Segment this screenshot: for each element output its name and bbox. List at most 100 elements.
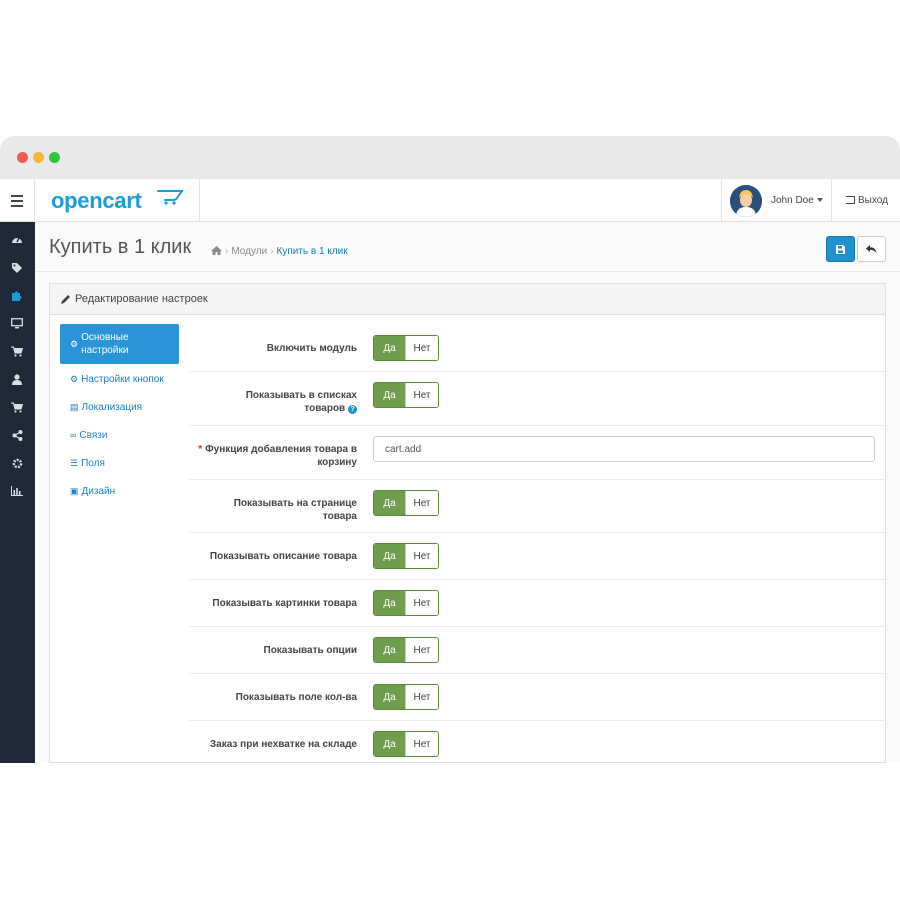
- desktop-icon[interactable]: [9, 315, 25, 331]
- show-options-toggle[interactable]: Да Нет: [373, 637, 439, 663]
- cog-icon: ⚙: [70, 373, 79, 384]
- toggle-yes[interactable]: Да: [374, 638, 405, 662]
- cart-icon[interactable]: [9, 399, 25, 415]
- tags-icon[interactable]: [9, 259, 25, 275]
- home-icon[interactable]: [211, 246, 222, 255]
- user-menu[interactable]: John Doe: [721, 179, 832, 222]
- reply-icon: [866, 244, 877, 253]
- save-button[interactable]: [826, 236, 855, 262]
- field-label: Показывать на странице товара: [233, 498, 357, 522]
- logout-label: Выход: [858, 195, 888, 206]
- settings-panel: Редактирование настроек ⚙ Основные настро…: [49, 283, 886, 763]
- toggle-yes[interactable]: Да: [374, 732, 405, 756]
- form-row: Показывать картинки товара Да Нет: [189, 580, 885, 627]
- breadcrumb: › Модули › Купить в 1 клик: [211, 246, 348, 257]
- link-icon: ∞: [70, 430, 77, 440]
- panel-heading: Редактирование настроек: [50, 284, 885, 315]
- tab-links[interactable]: ∞ Связи: [60, 421, 179, 449]
- tab-basic-settings[interactable]: ⚙ Основные настройки: [60, 324, 179, 364]
- form-row: Заказ при нехватке на складе Да Нет: [189, 721, 885, 763]
- save-icon: [836, 244, 845, 254]
- help-icon[interactable]: ?: [348, 405, 357, 414]
- tab-localization[interactable]: ▤ Локализация: [60, 393, 179, 421]
- page-title: Купить в 1 клик: [49, 236, 192, 258]
- user-icon[interactable]: [9, 371, 25, 387]
- toggle-yes[interactable]: Да: [374, 336, 405, 360]
- show-images-toggle[interactable]: Да Нет: [373, 590, 439, 616]
- breadcrumb-current[interactable]: Купить в 1 клик: [277, 246, 348, 257]
- tab-fields[interactable]: ☰ Поля: [60, 449, 179, 477]
- field-label-text: Функция добавления товара в корзину: [205, 444, 357, 468]
- chevron-down-icon: [817, 198, 823, 202]
- breadcrumb-modules[interactable]: Модули: [231, 246, 267, 257]
- page-header: Купить в 1 клик › Модули › Купить в 1 клик: [35, 222, 900, 272]
- enable-module-toggle[interactable]: Да Нет: [373, 335, 439, 361]
- toggle-no[interactable]: Нет: [405, 544, 438, 568]
- top-header: opencart John Doe Выход: [0, 179, 900, 222]
- tab-label: Настройки кнопок: [81, 373, 164, 385]
- tab-label: Поля: [81, 457, 105, 469]
- bar-chart-icon[interactable]: [9, 483, 25, 499]
- field-label: Показывать в списках товаров ?: [237, 389, 357, 415]
- share-icon[interactable]: [9, 427, 25, 443]
- menu-toggle-icon[interactable]: [0, 179, 35, 222]
- dashboard-icon[interactable]: [9, 231, 25, 247]
- form-row: Показывать поле кол-ва Да Нет: [189, 674, 885, 721]
- field-label: Показывать картинки товара: [212, 598, 357, 609]
- order-when-out-of-stock-toggle[interactable]: Да Нет: [373, 731, 439, 757]
- main-content: Купить в 1 клик › Модули › Купить в 1 клик …: [35, 222, 900, 763]
- toggle-no[interactable]: Нет: [405, 638, 438, 662]
- form-row: Показывать на странице товара Да Нет: [189, 480, 885, 533]
- toggle-yes[interactable]: Да: [374, 591, 405, 615]
- field-label: Показывать опции: [263, 645, 358, 656]
- field-label: Показывать поле кол-ва: [235, 692, 357, 703]
- maximize-window-button[interactable]: [49, 152, 60, 163]
- list-icon: ☰: [70, 457, 79, 468]
- tab-label: Локализация: [81, 401, 143, 413]
- tab-button-settings[interactable]: ⚙ Настройки кнопок: [60, 365, 179, 393]
- logo-text: opencart: [51, 188, 142, 213]
- tab-label: Основные настройки: [81, 332, 129, 356]
- form-row: Включить модуль Да Нет: [189, 315, 885, 372]
- tab-design[interactable]: ▣ Дизайн: [60, 477, 179, 505]
- close-window-button[interactable]: [17, 152, 28, 163]
- puzzle-icon[interactable]: [9, 287, 25, 303]
- toggle-no[interactable]: Нет: [405, 732, 438, 756]
- form-row: Показывать опции Да Нет: [189, 627, 885, 674]
- back-button[interactable]: [857, 236, 886, 262]
- show-quantity-toggle[interactable]: Да Нет: [373, 684, 439, 710]
- form-row: Показывать в списках товаров ? Да Нет: [189, 372, 885, 426]
- show-description-toggle[interactable]: Да Нет: [373, 543, 439, 569]
- settings-tabs: ⚙ Основные настройки ⚙ Настройки кнопок ▤ Л…: [60, 324, 179, 505]
- tab-label: Связи: [79, 429, 108, 441]
- logout-link[interactable]: Выход: [846, 195, 888, 206]
- toggle-no[interactable]: Нет: [405, 383, 438, 407]
- toggle-no[interactable]: Нет: [405, 336, 438, 360]
- field-label: * Функция добавления товара в корзину: [197, 443, 357, 469]
- toggle-no[interactable]: Нет: [405, 685, 438, 709]
- toggle-yes[interactable]: Да: [374, 685, 405, 709]
- cart-icon[interactable]: [9, 343, 25, 359]
- toggle-yes[interactable]: Да: [374, 544, 405, 568]
- cog-icon[interactable]: [9, 455, 25, 471]
- toggle-no[interactable]: Нет: [405, 591, 438, 615]
- required-marker: *: [198, 444, 203, 455]
- image-icon: ▣: [70, 485, 79, 496]
- add-to-cart-function-input[interactable]: [373, 436, 875, 462]
- toggle-yes[interactable]: Да: [374, 383, 405, 407]
- pencil-icon: [61, 295, 70, 304]
- sidebar: [0, 222, 35, 763]
- field-label: Включить модуль: [266, 343, 357, 354]
- toggle-yes[interactable]: Да: [374, 491, 405, 515]
- window-chrome: [0, 136, 900, 179]
- language-icon: ▤: [70, 401, 79, 412]
- field-label: Показывать описание товара: [209, 551, 357, 562]
- form-row: Показывать описание товара Да Нет: [189, 533, 885, 580]
- logo[interactable]: opencart: [35, 179, 200, 222]
- show-in-lists-toggle[interactable]: Да Нет: [373, 382, 439, 408]
- minimize-window-button[interactable]: [33, 152, 44, 163]
- browser-window: opencart John Doe Выход Купить в 1 клик …: [0, 136, 900, 763]
- show-on-product-page-toggle[interactable]: Да Нет: [373, 490, 439, 516]
- avatar: [730, 185, 762, 217]
- toggle-no[interactable]: Нет: [405, 491, 438, 515]
